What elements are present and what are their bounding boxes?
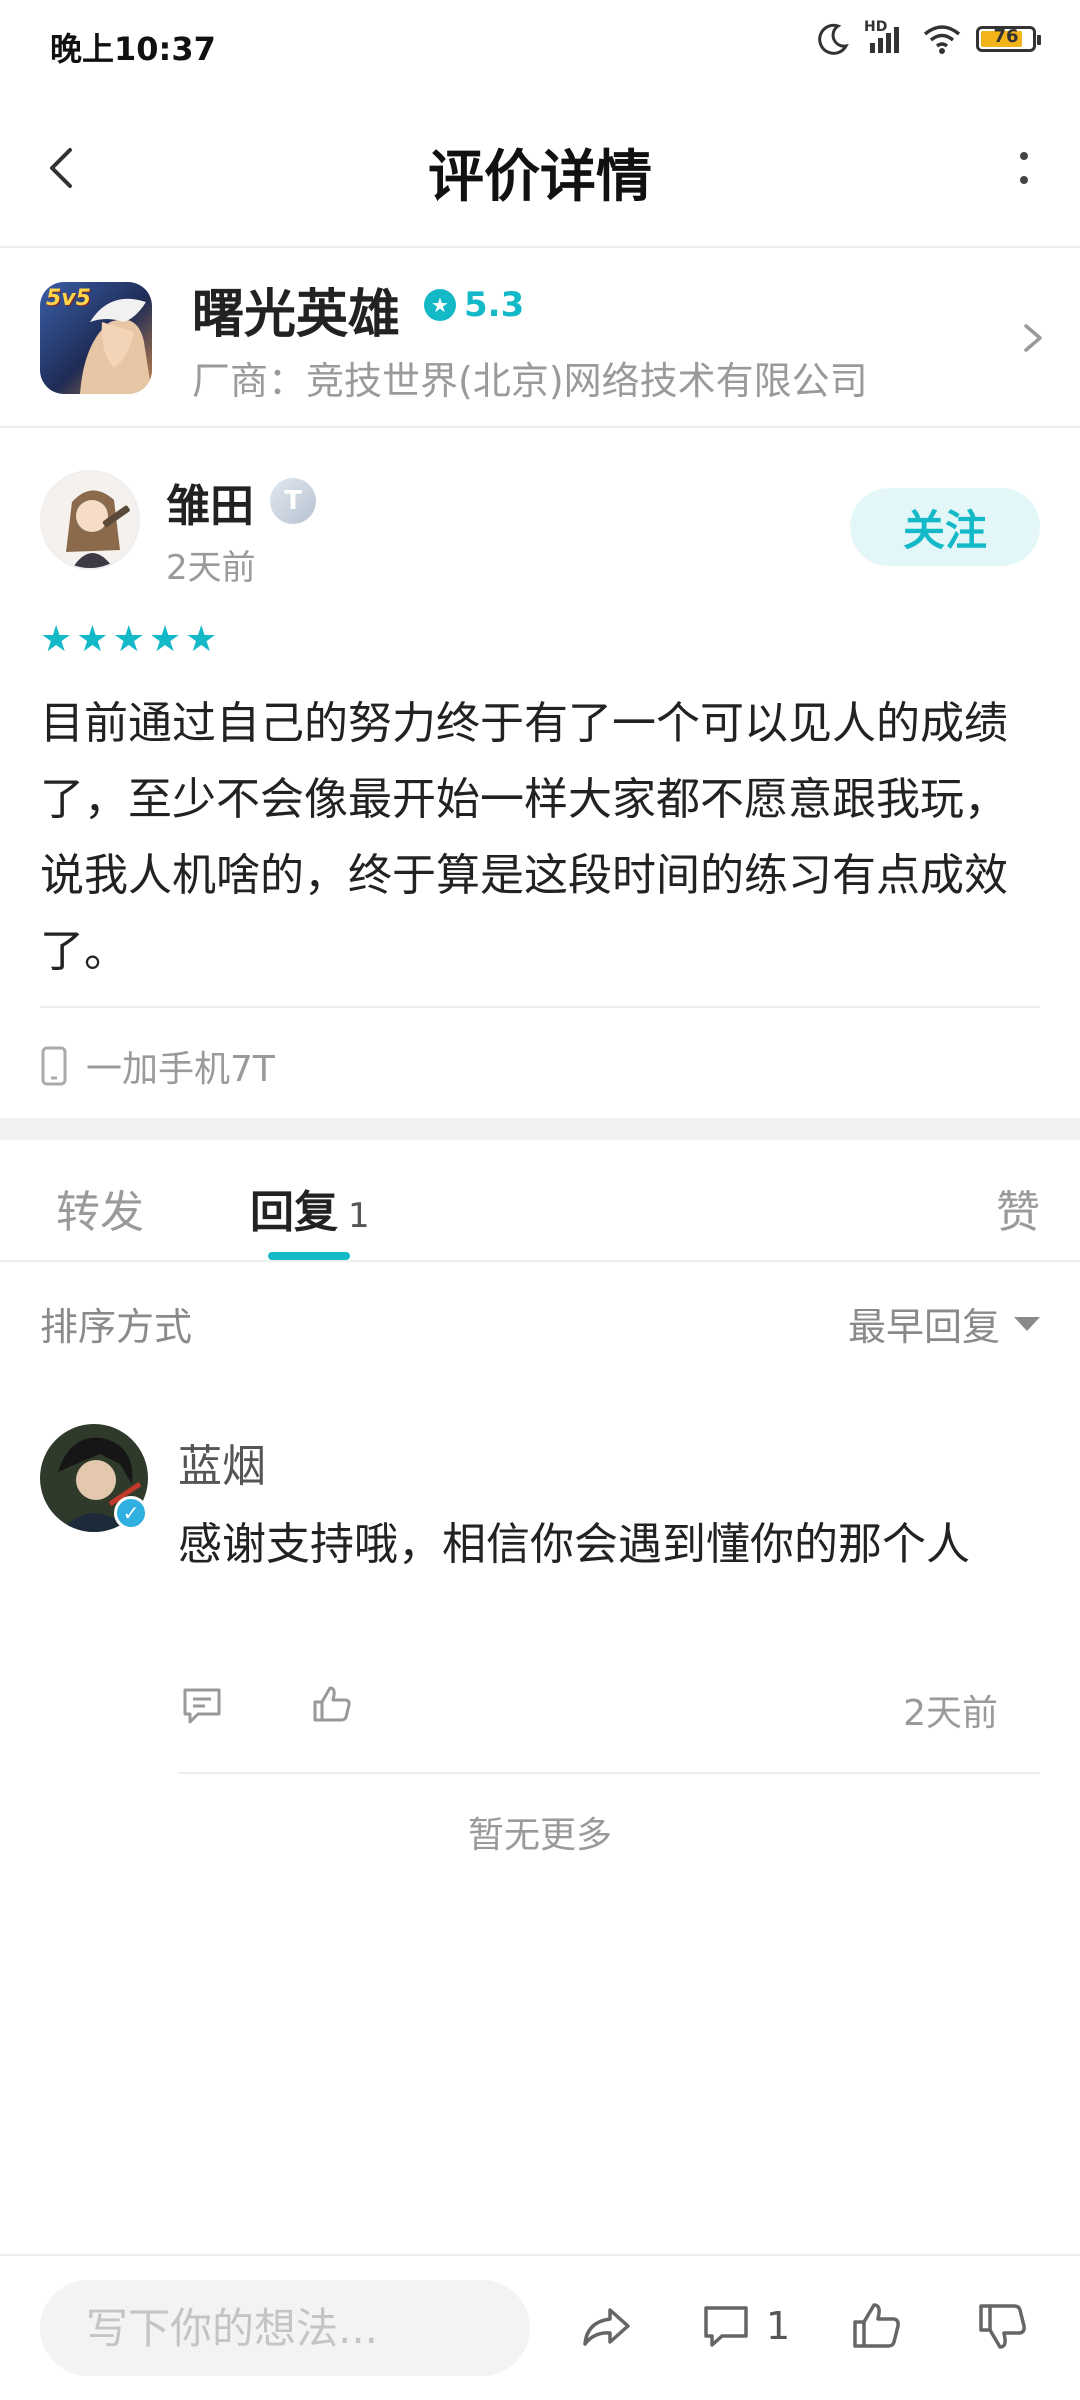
reply-text: 感谢支持哦，相信你会遇到懂你的那个人 xyxy=(178,1519,970,1570)
star-icon: ★ xyxy=(112,619,145,660)
comment-input[interactable] xyxy=(40,2280,530,2376)
more-vertical-icon xyxy=(1020,152,1028,184)
sort-label: 排序方式 xyxy=(40,1305,193,1349)
tab-forward[interactable]: 转发 xyxy=(56,1176,144,1240)
tab-reply-count: 1 xyxy=(348,1196,370,1236)
status-icons: HD 76 xyxy=(816,19,1041,56)
battery-level: 76 xyxy=(993,26,1019,47)
reviewer-name[interactable]: 雏田 xyxy=(166,470,254,534)
share-button[interactable] xyxy=(578,2298,634,2354)
comment-button[interactable] xyxy=(698,2298,754,2354)
phone-icon xyxy=(41,1046,67,1086)
reply-time: 2天前 xyxy=(903,1693,998,1734)
verified-icon: ✓ xyxy=(114,1496,148,1530)
star-icon: ★ xyxy=(185,619,218,660)
star-icon: ★ xyxy=(40,619,73,660)
thumbs-up-icon xyxy=(853,2303,900,2348)
comment-icon xyxy=(183,1688,221,1724)
app-vendor: 厂商：竞技世界(北京)网络技术有限公司 xyxy=(192,359,868,403)
caret-down-icon xyxy=(1014,1316,1040,1331)
comment-count: 1 xyxy=(766,2304,791,2348)
tab-reply[interactable]: 回复 1 xyxy=(250,1176,370,1240)
tab-reply-label: 回复 xyxy=(250,1187,338,1238)
review-text: 目前通过自己的努力终于有了一个可以见人的成绩了，至少不会像最开始一样大家都不愿意… xyxy=(40,698,1008,977)
review-time: 2天前 xyxy=(166,548,256,588)
bottom-bar-divider xyxy=(0,2254,1080,2256)
header-divider xyxy=(0,246,1080,248)
review-divider xyxy=(40,1006,1040,1008)
section-gap xyxy=(0,1118,1080,1140)
reply-like-button[interactable] xyxy=(310,1682,354,1726)
device-info: 一加手机7T xyxy=(40,1040,275,1092)
tab-indicator xyxy=(268,1252,350,1260)
app-icon-label: 5v5 xyxy=(46,286,91,311)
no-more-text: 暂无更多 xyxy=(467,1815,612,1856)
status-time: 晚上10:37 xyxy=(50,30,216,68)
app-rating: ★ 5.3 xyxy=(424,285,524,325)
reply-divider xyxy=(178,1772,1040,1774)
device-name: 一加手机7T xyxy=(86,1049,275,1090)
app-card-divider xyxy=(0,426,1080,428)
tabs-divider xyxy=(0,1260,1080,1262)
moon-icon xyxy=(818,23,849,55)
level-badge: T xyxy=(270,478,316,524)
tab-like[interactable]: 赞 xyxy=(996,1176,1040,1240)
dislike-button[interactable] xyxy=(974,2298,1030,2354)
thumbs-up-icon xyxy=(313,1686,351,1722)
star-icon: ★ xyxy=(424,289,456,321)
thumbs-down-icon xyxy=(979,2304,1026,2349)
rating-value: 5.3 xyxy=(464,285,525,325)
app-name: 曙光英雄 xyxy=(192,285,401,345)
wifi-icon xyxy=(923,25,961,54)
star-icon: ★ xyxy=(148,619,182,660)
replier-name[interactable]: 蓝烟 xyxy=(178,1430,266,1494)
chevron-right-icon xyxy=(1018,318,1048,358)
reply-comment-button[interactable] xyxy=(180,1684,224,1728)
sort-value: 最早回复 xyxy=(847,1305,1000,1349)
share-icon xyxy=(583,2308,630,2346)
reviewer-avatar[interactable] xyxy=(40,470,140,570)
star-icon: ★ xyxy=(76,619,109,660)
battery-icon: 76 xyxy=(976,26,1041,52)
page-title: 评价详情 xyxy=(428,145,652,210)
comment-icon xyxy=(704,2306,748,2347)
signal-icon: HD xyxy=(864,19,908,55)
more-options-button[interactable] xyxy=(1004,140,1044,196)
follow-button[interactable]: 关注 xyxy=(850,488,1040,566)
sort-dropdown[interactable]: 最早回复 xyxy=(848,1296,1040,1351)
app-icon[interactable]: 5v5 xyxy=(40,282,152,394)
like-button[interactable] xyxy=(848,2298,904,2354)
review-stars: ★ ★ ★ ★ ★ xyxy=(40,622,217,658)
